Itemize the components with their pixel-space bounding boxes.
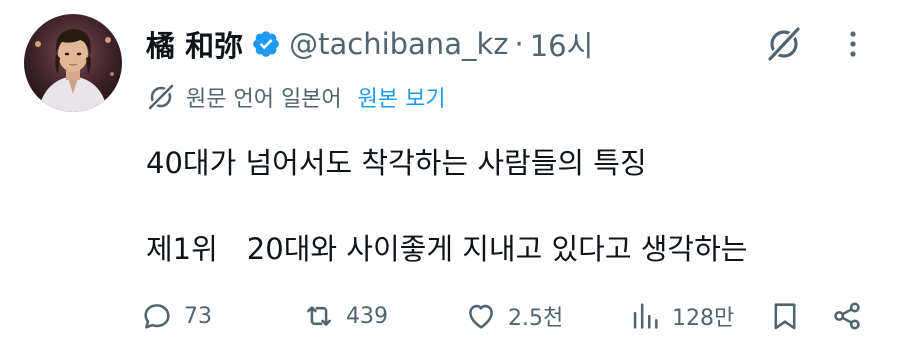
tweet-text-line-1: 40대가 넘어서도 착각하는 사람들의 특징 <box>146 146 647 180</box>
grok-icon <box>768 27 800 61</box>
tweet-header: 橘 和弥 @tachibana_kz · 16시 <box>146 22 593 66</box>
translation-notice: 원문 언어 일본어 <box>186 87 342 112</box>
heart-icon <box>469 304 493 329</box>
grok-translate-icon <box>146 82 176 112</box>
avatar-image <box>24 14 122 112</box>
like-count: 2.5천 <box>508 306 564 331</box>
view-count: 128만 <box>672 306 735 331</box>
timestamp[interactable]: 16시 <box>530 23 594 65</box>
separator-dot: · <box>514 27 524 61</box>
share-icon <box>834 302 860 330</box>
author-handle[interactable]: @tachibana_kz <box>289 27 508 61</box>
more-options-button[interactable] <box>838 24 868 64</box>
bookmark-button[interactable] <box>768 294 802 338</box>
action-bar: 73 439 2.5천 128만 <box>140 294 870 338</box>
reply-icon <box>144 304 170 329</box>
repost-count: 439 <box>346 303 388 329</box>
reply-count: 73 <box>184 303 212 329</box>
reply-button[interactable]: 73 <box>140 294 212 338</box>
tweet-text-line-2: 제1위 20대와 사이좋게 지내고 있다고 생각하는 <box>146 232 748 266</box>
bookmark-icon <box>774 303 796 330</box>
more-vertical-icon <box>850 31 856 57</box>
views-bar-icon <box>633 303 658 329</box>
avatar[interactable] <box>24 14 122 112</box>
grok-button[interactable] <box>764 24 804 64</box>
repost-icon <box>307 306 331 326</box>
author-name[interactable]: 橘 和弥 <box>146 23 243 65</box>
show-original-link[interactable]: 원본 보기 <box>358 81 446 113</box>
verified-badge-icon <box>251 29 281 59</box>
repost-button[interactable]: 439 <box>302 294 388 338</box>
translation-row: 원문 언어 일본어 원본 보기 <box>146 80 446 114</box>
share-button[interactable] <box>830 294 864 338</box>
like-button[interactable]: 2.5천 <box>464 294 563 338</box>
views-button[interactable]: 128만 <box>628 294 734 338</box>
